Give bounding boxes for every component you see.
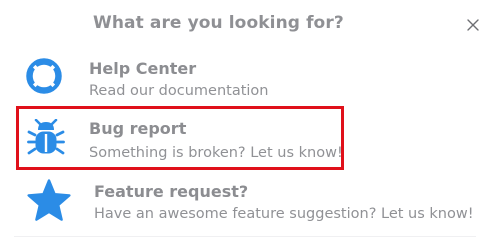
dialog-title: What are you looking for? — [93, 13, 344, 33]
feature-request-title: Feature request? — [94, 182, 249, 201]
close-icon[interactable] — [466, 18, 480, 32]
bug-icon — [27, 119, 65, 155]
bottom-divider — [14, 236, 476, 237]
help-center-title: Help Center — [89, 59, 197, 78]
lifebuoy-icon — [26, 58, 62, 94]
bug-report-title: Bug report — [89, 119, 187, 138]
feature-request-option[interactable]: Feature request? Have an awesome feature… — [14, 175, 474, 235]
help-center-description: Read our documentation — [89, 83, 269, 99]
star-icon — [27, 179, 71, 221]
bug-report-option[interactable]: Bug report Something is broken? Let us k… — [16, 106, 344, 170]
bug-report-description: Something is broken? Let us know! — [89, 145, 343, 161]
feature-request-description: Have an awesome feature suggestion? Let … — [94, 206, 474, 222]
help-center-option[interactable]: Help Center Read our documentation — [14, 52, 474, 104]
help-dialog: What are you looking for? Help Center Re… — [0, 0, 491, 251]
